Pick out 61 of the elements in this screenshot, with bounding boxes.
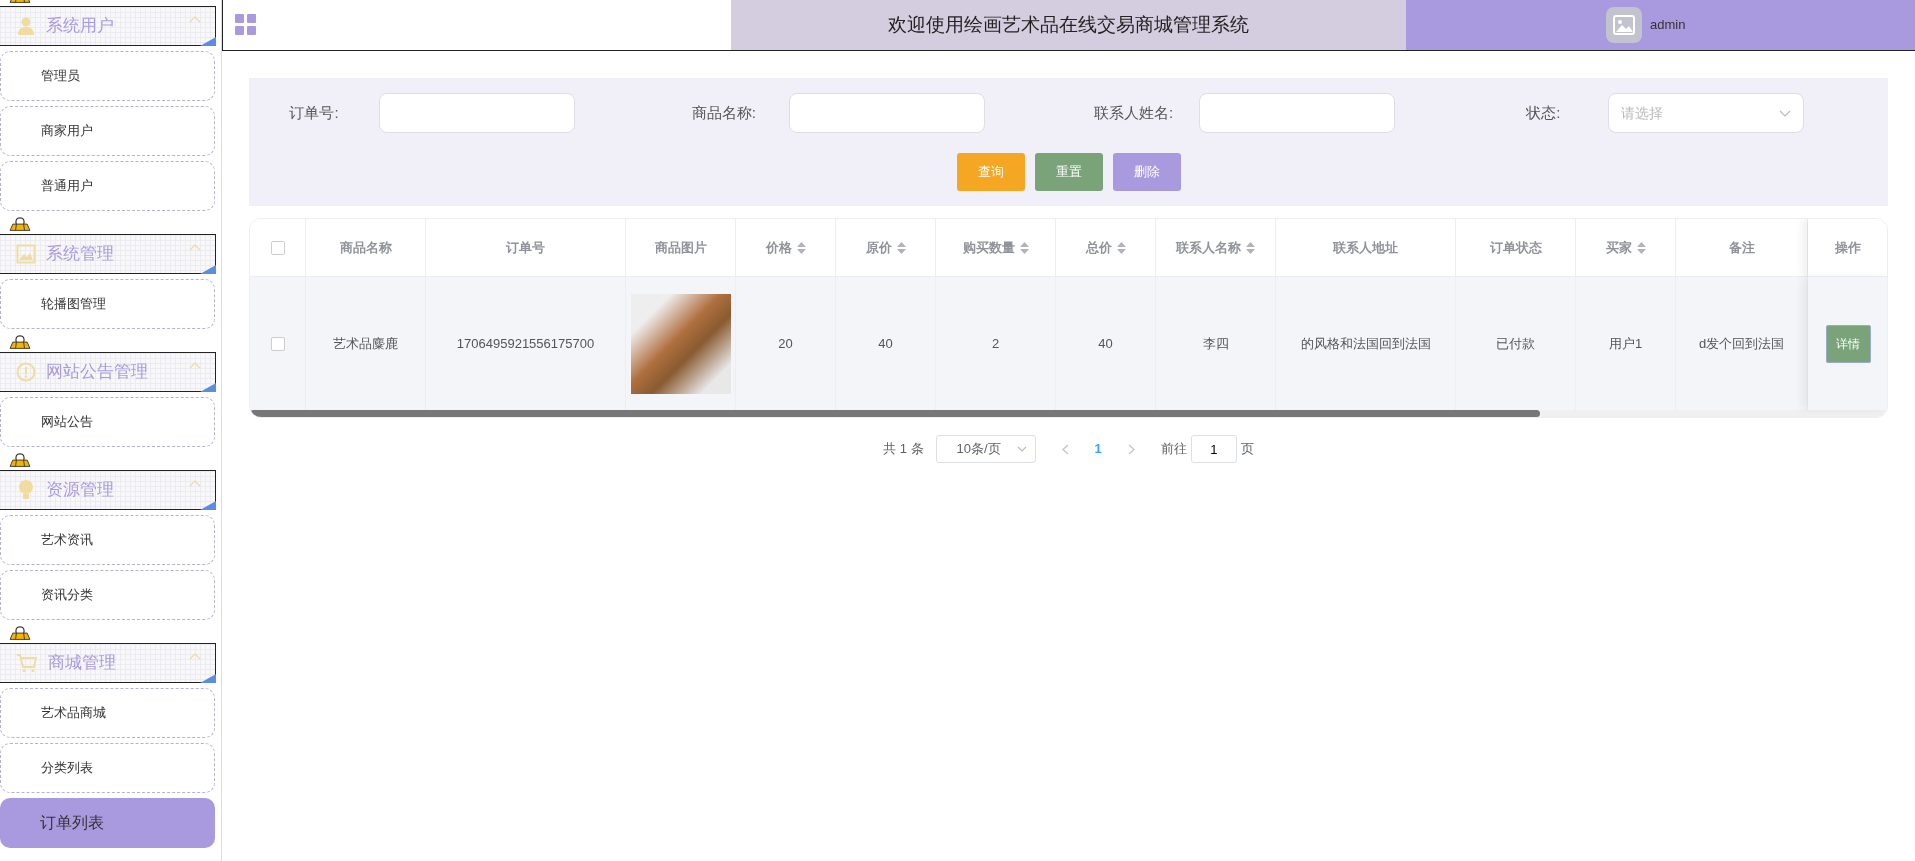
column-header[interactable]: 订单状态	[1489, 237, 1542, 258]
column-header[interactable]: 总价	[1085, 237, 1112, 258]
column-header[interactable]: 价格	[765, 237, 792, 258]
table-cell-text: 1706495921556175700	[456, 334, 595, 353]
table-cell-text: 用户1	[1608, 334, 1643, 353]
menu-group-title: 网站公告管理	[46, 361, 148, 384]
column-header[interactable]: 备注	[1728, 237, 1755, 258]
menu-group-header[interactable]: 系统用户	[0, 6, 216, 46]
column-header[interactable]: 联系人名称	[1176, 237, 1241, 258]
table-cell-text: 已付款	[1496, 334, 1535, 353]
menu-item[interactable]: 管理员	[0, 51, 215, 101]
menu-group-title: 系统管理	[46, 243, 114, 266]
goto-label: 前往	[1160, 440, 1187, 459]
menu-item[interactable]: 资讯分类	[0, 570, 215, 620]
table-cell-text: d发个回到法国	[1698, 334, 1785, 353]
column-header[interactable]: 买家	[1605, 237, 1632, 258]
table-cell-text: 40	[1098, 334, 1113, 353]
table-cell-text: 40	[878, 334, 893, 353]
menu-item[interactable]: 艺术资讯	[0, 515, 215, 565]
menu-group-header[interactable]: 系统管理	[0, 234, 216, 274]
menu-group-header[interactable]: 网站公告管理	[0, 352, 216, 392]
action-button[interactable]: 查询	[956, 153, 1025, 191]
menu-item[interactable]: 订单列表	[0, 798, 215, 848]
menu-item[interactable]: 轮播图管理	[0, 279, 215, 329]
column-header[interactable]: 购买数量	[962, 237, 1015, 258]
select-field[interactable]: 请选择	[1608, 93, 1805, 133]
total-count: 共 1 条	[883, 440, 924, 459]
table-cell-text: 20	[778, 334, 793, 353]
system-title: 欢迎使用绘画艺术品在线交易商城管理系统	[888, 12, 1249, 37]
menu-item[interactable]: 网站公告	[0, 397, 215, 447]
table-cell-text: 的风格和法国回到法国	[1300, 334, 1431, 353]
field-label: 商品名称:	[690, 102, 757, 123]
table-cell-text: 艺术品麋鹿	[333, 334, 398, 353]
page-size-select[interactable]: 10条/页	[935, 435, 1036, 463]
menu-item[interactable]: 分类列表	[0, 743, 215, 793]
menu-item[interactable]: 艺术品商城	[0, 688, 215, 738]
page-number[interactable]: 1	[1080, 439, 1116, 459]
field-label: 状态:	[1525, 102, 1562, 123]
column-header[interactable]: 操作	[1835, 237, 1861, 258]
menu-group-title: 系统用户	[46, 15, 114, 38]
column-header[interactable]: 联系人地址	[1333, 237, 1398, 258]
column-header[interactable]: 商品图片	[654, 237, 707, 258]
detail-button[interactable]: 详情	[1825, 324, 1871, 363]
action-button[interactable]: 删除	[1112, 153, 1181, 191]
menu-group-header[interactable]: 商城管理	[0, 643, 216, 683]
menu-group-header[interactable]: 资源管理	[0, 470, 216, 510]
menu-item[interactable]: 普通用户	[0, 161, 215, 211]
menu-item[interactable]: 商家用户	[0, 106, 215, 156]
menu-group-title: 资源管理	[46, 479, 114, 502]
table-cell-text: 李四	[1202, 334, 1229, 353]
field-label: 订单号:	[288, 102, 340, 123]
table-cell-text: 2	[991, 334, 1000, 353]
page-suffix: 页	[1240, 440, 1254, 459]
column-header[interactable]: 原价	[865, 237, 892, 258]
column-header[interactable]: 商品名称	[339, 237, 392, 258]
menu-group-title: 商城管理	[48, 652, 116, 675]
page-input[interactable]: 1	[1190, 435, 1237, 463]
field-label: 联系人姓名:	[1092, 102, 1175, 123]
column-header[interactable]: 订单号	[506, 237, 545, 258]
action-button[interactable]: 重置	[1034, 153, 1103, 191]
username[interactable]: admin	[1650, 15, 1686, 35]
